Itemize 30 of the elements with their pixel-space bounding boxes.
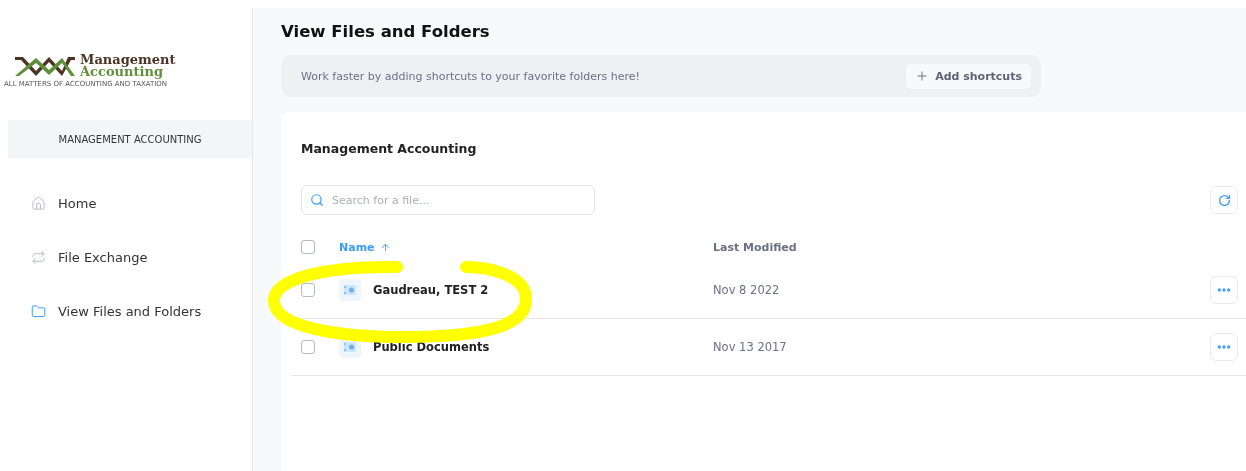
shortcuts-message: Work faster by adding shortcuts to your favorite folders here! (301, 69, 640, 83)
plus-icon (915, 69, 930, 83)
sidebar-item-label: View Files and Folders (58, 303, 202, 319)
row-checkbox[interactable] (301, 283, 315, 297)
logo-mark-icon (14, 54, 76, 78)
sidebar-item-label: File Exchange (58, 249, 148, 265)
search-field[interactable]: Search for a file... (301, 185, 595, 215)
add-shortcuts-button[interactable]: Add shortcuts (906, 63, 1031, 89)
more-actions-button[interactable] (1210, 333, 1238, 361)
search-icon (310, 193, 324, 207)
sidebar-item[interactable]: View Files and Folders (0, 284, 252, 338)
modified-date: Nov 13 2017 (713, 340, 788, 354)
logo-subtitle: Accounting (80, 66, 163, 78)
modified-column-header[interactable]: Last Modified (713, 240, 797, 254)
refresh-icon (1217, 193, 1231, 207)
panel-title: Management Accounting (300, 140, 478, 156)
sidebar-item-label: Home (58, 195, 97, 211)
select-all-checkbox[interactable] (301, 240, 315, 254)
sort-arrow-icon (379, 241, 391, 253)
refresh-button[interactable] (1210, 186, 1238, 214)
sidebar-item[interactable]: File Exchange (0, 230, 252, 284)
page-title: View Files and Folders (281, 22, 491, 41)
logo-title: Management (80, 54, 176, 66)
row-checkbox[interactable] (301, 340, 315, 354)
account-name: MANAGEMENT ACCOUNTING (8, 120, 252, 158)
more-actions-button[interactable] (1210, 276, 1238, 304)
sidebar-item[interactable]: Home (0, 176, 252, 230)
modified-date: Nov 8 2022 (713, 283, 781, 297)
shared-folder-icon (339, 279, 361, 301)
folder-name[interactable]: Gaudreau, TEST 2 (373, 283, 489, 297)
